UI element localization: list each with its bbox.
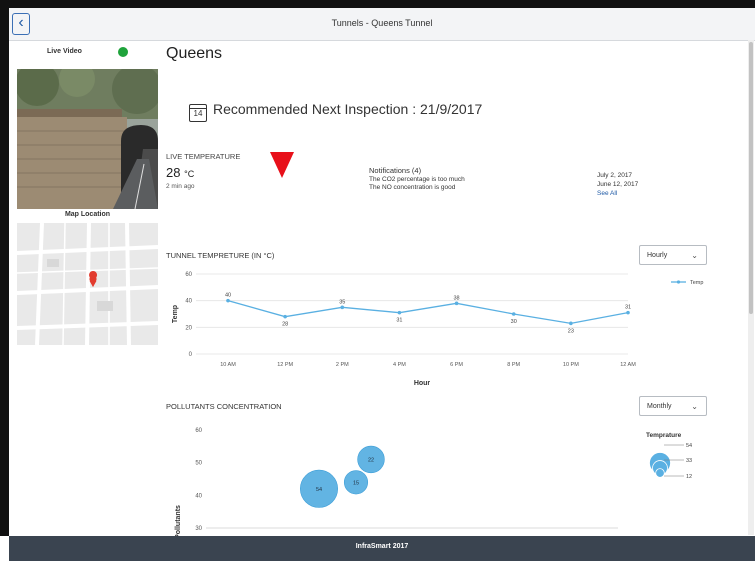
data-label: 35 bbox=[339, 299, 345, 305]
data-label: 22 bbox=[368, 457, 374, 463]
temp-data-point bbox=[454, 301, 459, 306]
x-tick-label: 12 PM bbox=[277, 362, 293, 368]
data-label: 54 bbox=[316, 487, 322, 493]
temperature-number: 28 bbox=[166, 165, 181, 180]
title-bar: ‹ Tunnels - Queens Tunnel bbox=[9, 8, 755, 41]
x-tick-label: 10 AM bbox=[220, 362, 236, 368]
data-label: 15 bbox=[353, 480, 359, 486]
sidebar: Live Video bbox=[17, 40, 158, 66]
temp-data-point bbox=[397, 310, 402, 315]
notification-item: The NO concentration is good bbox=[369, 184, 456, 191]
x-tick-label: 4 PM bbox=[393, 362, 406, 368]
see-all-link[interactable]: See All bbox=[597, 189, 638, 198]
notifications-panel: Notifications (4) The CO2 percentage is … bbox=[369, 166, 465, 191]
temperature-line-chart: 0 20 40 60 Temp 10 AM 12 PM 2 PM 4 PM 6 PM 8 PM 10 … bbox=[172, 272, 703, 387]
y-axis-label: Temp bbox=[172, 305, 179, 323]
legend-title: Temprature bbox=[646, 432, 682, 439]
map-location-label: Map Location bbox=[64, 211, 111, 218]
temperature-updated: 2 min ago bbox=[166, 183, 195, 190]
top-strip bbox=[0, 0, 755, 8]
window-title: Tunnels - Queens Tunnel bbox=[331, 18, 433, 28]
inspection-text: Recommended Next Inspection : 21/9/2017 bbox=[213, 101, 483, 117]
legend-value: 33 bbox=[686, 458, 692, 464]
temp-data-point bbox=[226, 298, 230, 303]
pollutants-chart-title: POLLUTANTS CONCENTRATION bbox=[166, 402, 282, 411]
temperature-unit: °C bbox=[184, 169, 195, 179]
live-video-row: Live Video bbox=[17, 40, 158, 66]
live-temperature-title: LIVE TEMPERATURE bbox=[166, 152, 241, 161]
x-axis-label: Hour bbox=[414, 380, 431, 387]
y-tick-label: 40 bbox=[185, 299, 192, 305]
data-label: 31 bbox=[396, 318, 402, 324]
temp-data-point bbox=[626, 310, 630, 315]
inspection-banner: 14 Recommended Next Inspection : 21/9/201… bbox=[189, 101, 482, 122]
live-video-label: Live Video bbox=[47, 48, 82, 55]
legend-bubble bbox=[655, 468, 665, 478]
legend-marker bbox=[676, 280, 681, 284]
y-tick-label: 0 bbox=[189, 352, 193, 358]
notifications-title: Notifications (4) bbox=[369, 166, 422, 175]
temp-data-point bbox=[511, 312, 516, 316]
tunnel-video-image bbox=[17, 69, 158, 209]
data-label: 23 bbox=[568, 328, 574, 334]
data-label: 31 bbox=[625, 305, 631, 311]
data-label: 30 bbox=[511, 319, 517, 325]
notification-date: June 12, 2017 bbox=[597, 181, 639, 188]
y-axis-label: Pollutants bbox=[175, 505, 182, 536]
pollutants-bubble-chart: 30 40 50 60 Pollutants 54 15 22 Temprature 54 33 12 bbox=[175, 428, 692, 536]
monthly-dropdown[interactable]: Monthly ⌄ bbox=[639, 396, 707, 416]
x-tick-label: 8 PM bbox=[507, 362, 520, 368]
y-tick-label: 30 bbox=[195, 526, 202, 532]
data-label: 38 bbox=[454, 295, 460, 301]
live-video-feed[interactable] bbox=[17, 69, 158, 209]
footer-text: InfraSmart 2017 bbox=[355, 543, 409, 550]
temp-data-point bbox=[340, 305, 345, 310]
x-tick-label: 12 AM bbox=[620, 362, 636, 368]
live-temperature-value: 28 °C bbox=[166, 165, 194, 180]
notification-date: July 2, 2017 bbox=[597, 172, 633, 179]
left-edge bbox=[0, 8, 9, 536]
y-tick-label: 60 bbox=[195, 428, 202, 434]
location-map[interactable] bbox=[17, 223, 158, 345]
temperature-chart-title: TUNNEL TEMPRETURE (IN °C) bbox=[166, 251, 275, 260]
notification-item: The CO2 percentage is too much bbox=[369, 176, 465, 183]
legend-value: 12 bbox=[686, 474, 692, 480]
data-label: 28 bbox=[282, 322, 288, 328]
y-tick-label: 50 bbox=[195, 461, 202, 467]
x-tick-label: 6 PM bbox=[450, 362, 463, 368]
scrollbar-thumb[interactable] bbox=[749, 42, 753, 314]
dropdown-value: Monthly bbox=[647, 403, 672, 410]
x-tick-label: 10 PM bbox=[563, 362, 579, 368]
down-arrow-icon bbox=[270, 152, 294, 178]
live-status-dot bbox=[118, 47, 128, 57]
footer: InfraSmart 2017 bbox=[9, 536, 755, 561]
calendar-icon: 14 bbox=[189, 104, 207, 122]
page-title: Queens bbox=[166, 45, 223, 62]
legend-value: 54 bbox=[686, 443, 692, 449]
notification-dates: July 2, 2017 June 12, 2017 See All bbox=[597, 171, 638, 198]
dropdown-value: Hourly bbox=[647, 252, 668, 259]
x-tick-label: 2 PM bbox=[336, 362, 349, 368]
data-label: 40 bbox=[225, 293, 231, 299]
legend-label: Temp bbox=[690, 280, 703, 286]
chevron-down-icon: ⌄ bbox=[691, 402, 698, 411]
y-tick-label: 20 bbox=[185, 325, 192, 331]
y-tick-label: 60 bbox=[185, 272, 192, 278]
street-map-image bbox=[17, 223, 158, 345]
temp-data-point bbox=[569, 321, 573, 326]
temp-data-point bbox=[283, 314, 287, 319]
y-tick-label: 40 bbox=[195, 493, 202, 499]
temp-series-line bbox=[227, 300, 629, 324]
